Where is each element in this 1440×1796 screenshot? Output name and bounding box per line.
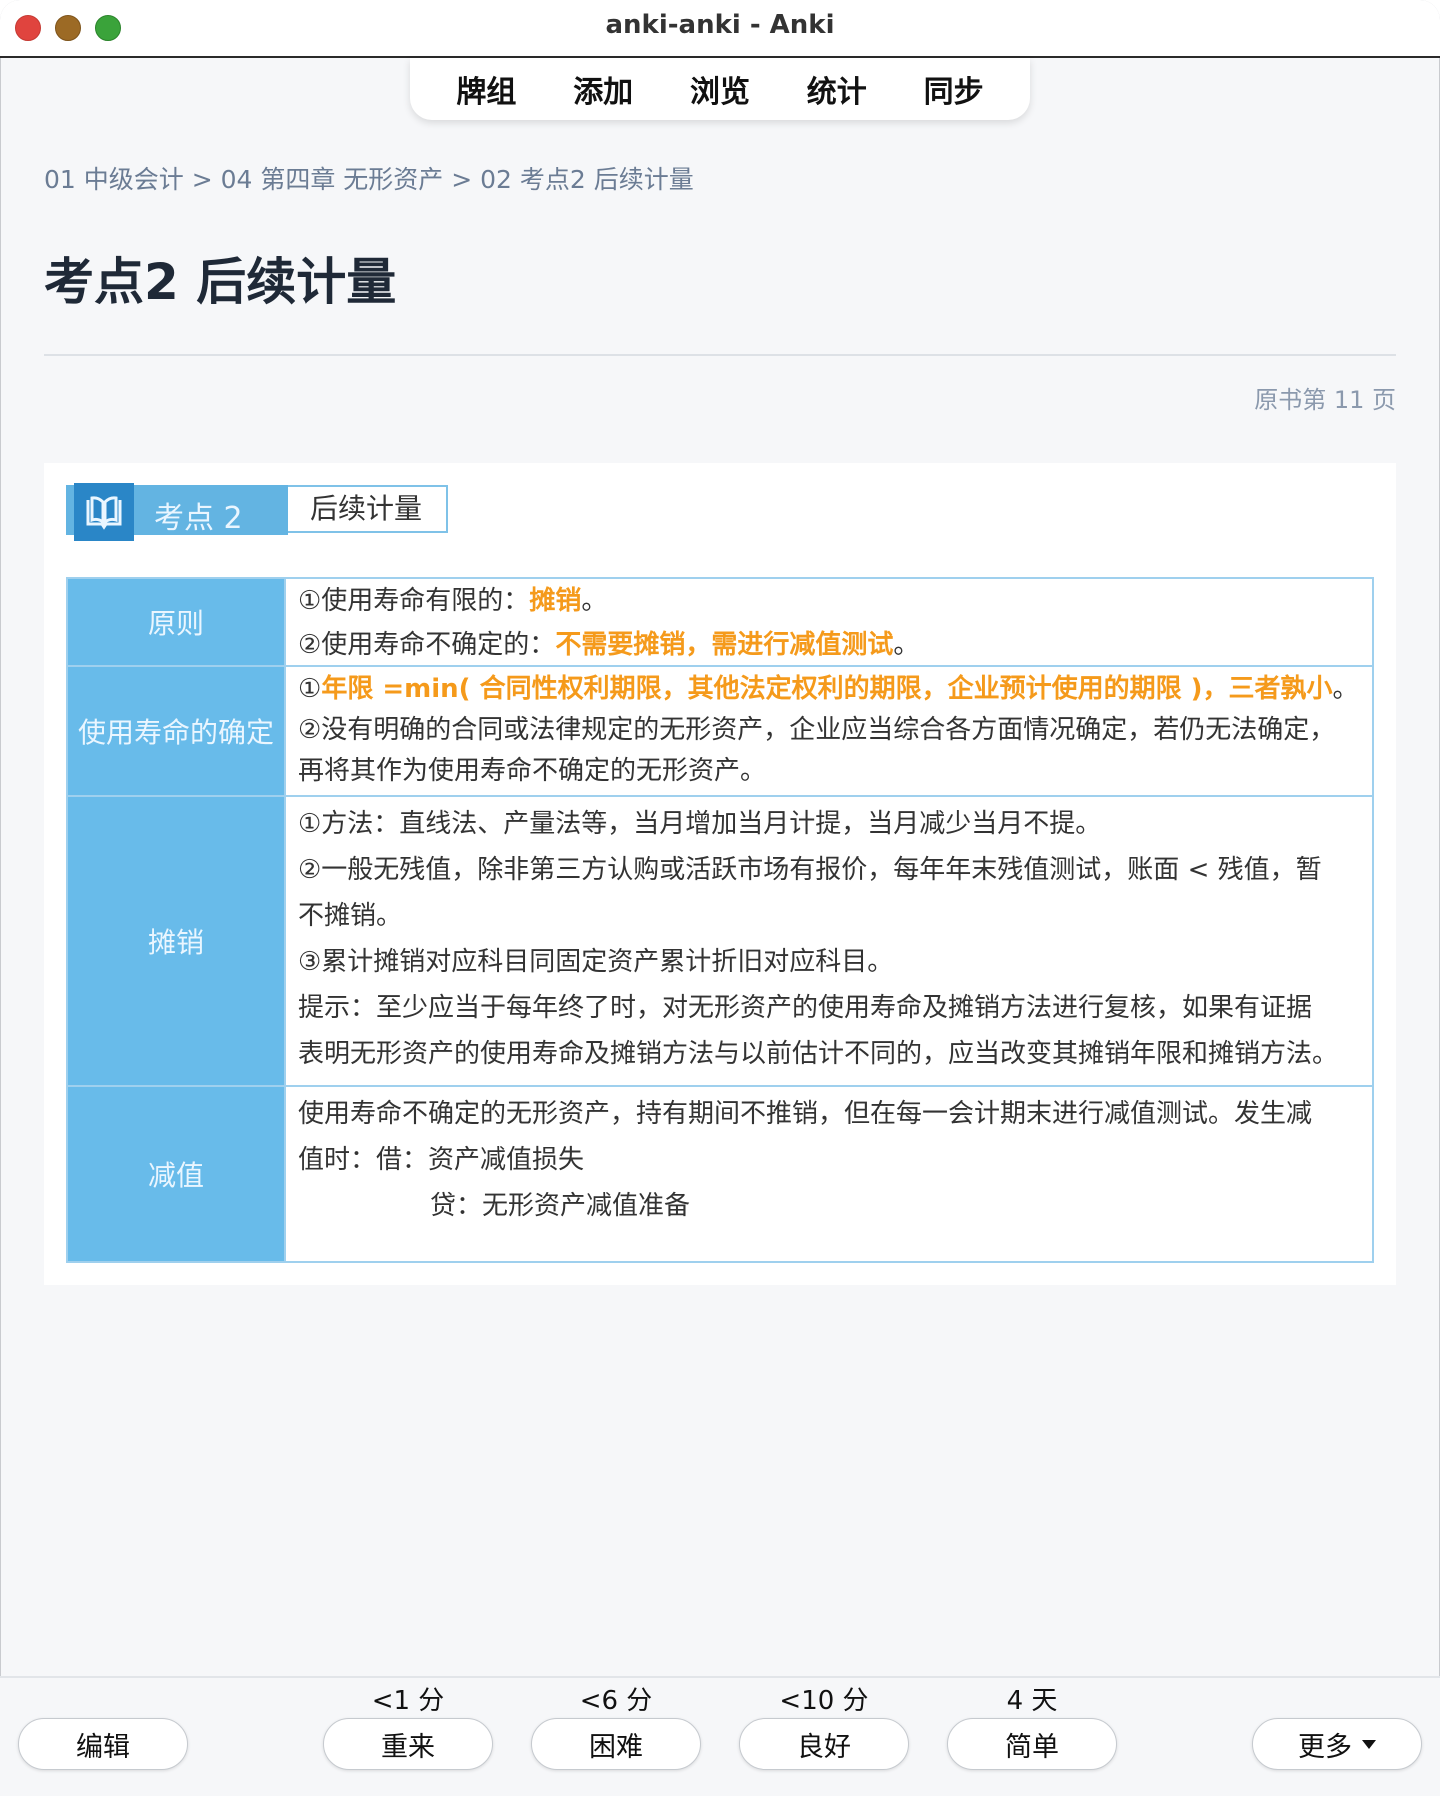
table-row: 原则 ①使用寿命有限的：摊销。 ②使用寿命不确定的：不需要摊销，需进行减值测试。 — [68, 579, 1372, 667]
content-line: ①使用寿命有限的：摊销。 — [298, 586, 608, 616]
page-title: 考点2 后续计量 — [44, 253, 397, 311]
again-interval: <1 分 — [371, 1686, 445, 1716]
easy-interval: 4 天 — [1006, 1686, 1058, 1716]
row-label: 使用寿命的确定 — [68, 667, 286, 795]
toolbar-browse-link[interactable]: 浏览 — [684, 67, 756, 111]
content-line: 表明无形资产的使用寿命及摊销方法与以前估计不同的，应当改变其摊销年限和摊销方法。 — [298, 1039, 1339, 1069]
row-content: ①方法：直线法、产量法等，当月增加当月计提，当月减少当月不提。 ②一般无残值，除… — [286, 797, 1372, 1085]
content-line: ②一般无残值，除非第三方认购或活跃市场有报价，每年年末残值测试，账面 < 残值，… — [298, 855, 1322, 885]
content-line: ③累计摊销对应科目同固定资产累计折旧对应科目。 — [298, 947, 894, 977]
content-line: 提示：至少应当于每年终了时，对无形资产的使用寿命及摊销方法进行复核，如果有证据 — [298, 993, 1313, 1023]
good-button[interactable]: 良好 — [739, 1718, 909, 1770]
table-row: 摊销 ①方法：直线法、产量法等，当月增加当月计提，当月减少当月不提。 ②一般无残… — [68, 797, 1372, 1087]
content-line: ②没有明确的合同或法律规定的无形资产，企业应当综合各方面情况确定，若仍无法确定， — [298, 715, 1336, 745]
content-line: 贷：无形资产减值准备 — [430, 1191, 691, 1221]
summary-table: 原则 ①使用寿命有限的：摊销。 ②使用寿命不确定的：不需要摊销，需进行减值测试。… — [66, 577, 1374, 1263]
hard-button[interactable]: 困难 — [531, 1718, 701, 1770]
row-content: ①年限 =min( 合同性权利期限，其他法定权利的期限，企业预计使用的期限 )，… — [286, 667, 1372, 795]
textbook-figure: 考点 2 后续计量 原则 ①使用寿命有限的：摊销。 ②使用寿命不确定的：不需要摊… — [44, 463, 1396, 1285]
toolbar-sync-link[interactable]: 同步 — [918, 67, 990, 111]
again-button[interactable]: 重来 — [323, 1718, 493, 1770]
figure-subtitle: 后续计量 — [288, 485, 448, 533]
table-row: 使用寿命的确定 ①年限 =min( 合同性权利期限，其他法定权利的期限，企业预计… — [68, 667, 1372, 797]
edit-button[interactable]: 编辑 — [18, 1718, 188, 1770]
figure-badge-label: 考点 2 — [154, 501, 243, 536]
row-label: 原则 — [68, 579, 286, 665]
easy-button[interactable]: 简单 — [947, 1718, 1117, 1770]
book-icon — [74, 483, 134, 541]
good-interval: <10 分 — [779, 1686, 869, 1716]
review-bottom-bar: 编辑 <1 分 重来 <6 分 困难 <10 分 良好 4 天 简单 更多 — [0, 1676, 1440, 1796]
figure-badge: 考点 2 — [66, 483, 288, 541]
toolbar-decks-link[interactable]: 牌组 — [450, 67, 522, 111]
toolbar-stats-link[interactable]: 统计 — [801, 67, 873, 111]
anki-window: anki-anki - Anki 牌组 添加 浏览 统计 同步 01 中级会计 … — [0, 0, 1440, 1796]
figure-header: 考点 2 后续计量 — [66, 475, 486, 541]
row-label: 减值 — [68, 1087, 286, 1261]
title-bar: anki-anki - Anki — [0, 0, 1440, 58]
window-title: anki-anki - Anki — [605, 10, 835, 40]
content-line: ①方法：直线法、产量法等，当月增加当月计提，当月减少当月不提。 — [298, 809, 1102, 839]
more-button[interactable]: 更多 — [1252, 1718, 1422, 1770]
content-line: 使用寿命不确定的无形资产，持有期间不推销，但在每一会计期末进行减值测试。发生减 — [298, 1099, 1313, 1129]
main-toolbar: 牌组 添加 浏览 统计 同步 — [410, 58, 1030, 120]
content-line: 再将其作为使用寿命不确定的无形资产。 — [298, 756, 767, 786]
breadcrumb: 01 中级会计 > 04 第四章 无形资产 > 02 考点2 后续计量 — [44, 165, 694, 194]
divider — [44, 354, 1396, 356]
page-reference: 原书第 11 页 — [1254, 386, 1396, 414]
content-line: 值时：借：资产减值损失 — [298, 1145, 585, 1175]
content-line: ①年限 =min( 合同性权利期限，其他法定权利的期限，企业预计使用的期限 )，… — [298, 674, 1359, 704]
row-label: 摊销 — [68, 797, 286, 1085]
card-content: 01 中级会计 > 04 第四章 无形资产 > 02 考点2 后续计量 考点2 … — [44, 160, 1396, 415]
toolbar-add-link[interactable]: 添加 — [567, 67, 639, 111]
more-button-label: 更多 — [1298, 1731, 1352, 1763]
row-content: ①使用寿命有限的：摊销。 ②使用寿命不确定的：不需要摊销，需进行减值测试。 — [286, 579, 1372, 665]
caret-down-icon — [1362, 1739, 1376, 1749]
table-row: 减值 使用寿命不确定的无形资产，持有期间不推销，但在每一会计期末进行减值测试。发… — [68, 1087, 1372, 1261]
hard-interval: <6 分 — [579, 1686, 653, 1716]
content-line: 不摊销。 — [298, 901, 403, 931]
row-content: 使用寿命不确定的无形资产，持有期间不推销，但在每一会计期末进行减值测试。发生减 … — [286, 1087, 1372, 1261]
content-line: ②使用寿命不确定的：不需要摊销，需进行减值测试。 — [298, 630, 920, 660]
